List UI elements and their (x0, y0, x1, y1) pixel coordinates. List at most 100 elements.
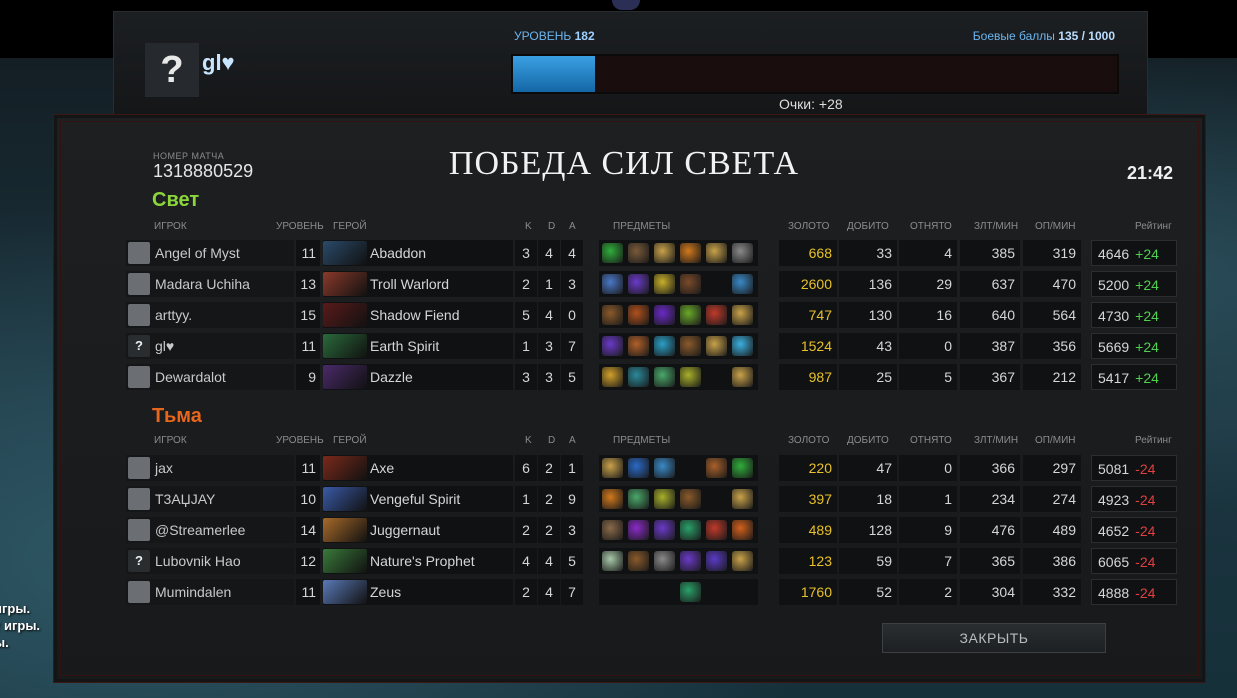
item-icon[interactable] (628, 274, 649, 294)
item-icon[interactable] (602, 305, 623, 325)
item-icon[interactable] (706, 458, 727, 478)
item-icon[interactable] (680, 305, 701, 325)
player-avatar[interactable] (128, 488, 150, 510)
player-avatar[interactable]: ? (128, 335, 150, 357)
player-cell[interactable]: Dewardalot (126, 364, 294, 390)
hero-cell[interactable]: Shadow Fiend (323, 302, 513, 328)
item-icon[interactable] (628, 458, 649, 478)
player-cell[interactable]: Mumindalen (126, 579, 294, 605)
hero-portrait-icon[interactable] (323, 365, 367, 389)
player-avatar[interactable] (128, 273, 150, 295)
item-icon[interactable] (602, 458, 623, 478)
player-cell[interactable]: jax (126, 455, 294, 481)
item-icon[interactable] (732, 489, 753, 509)
hero-portrait-icon[interactable] (323, 518, 367, 542)
item-icon[interactable] (628, 551, 649, 571)
item-icon[interactable] (602, 520, 623, 540)
hero-cell[interactable]: Nature's Prophet (323, 548, 513, 574)
player-cell[interactable]: Angel of Myst (126, 240, 294, 266)
item-icon[interactable] (706, 520, 727, 540)
item-icon[interactable] (654, 458, 675, 478)
rating-value: 5417 (1098, 370, 1130, 386)
item-icon[interactable] (654, 243, 675, 263)
item-icon[interactable] (680, 367, 701, 387)
item-icon[interactable] (732, 458, 753, 478)
player-cell[interactable]: Madara Uchiha (126, 271, 294, 297)
player-name: gl♥ (202, 50, 235, 75)
hero-portrait-icon[interactable] (323, 272, 367, 296)
player-avatar[interactable] (128, 457, 150, 479)
item-icon[interactable] (628, 336, 649, 356)
player-avatar[interactable]: ? (145, 43, 199, 97)
hero-portrait-icon[interactable] (323, 456, 367, 480)
player-avatar[interactable]: ? (128, 550, 150, 572)
hero-portrait-icon[interactable] (323, 303, 367, 327)
item-icon[interactable] (732, 520, 753, 540)
item-icon[interactable] (680, 489, 701, 509)
item-icon[interactable] (732, 336, 753, 356)
player-name: Mumindalen (155, 584, 232, 600)
item-icon[interactable] (680, 520, 701, 540)
item-icon[interactable] (732, 305, 753, 325)
player-avatar[interactable] (128, 366, 150, 388)
item-icon[interactable] (654, 520, 675, 540)
player-cell[interactable]: T3AЏJAY (126, 486, 294, 512)
item-icon[interactable] (732, 243, 753, 263)
hero-portrait-icon[interactable] (323, 487, 367, 511)
player-cell[interactable]: arttyy. (126, 302, 294, 328)
player-name: @Streamerlee (155, 522, 246, 538)
item-icon[interactable] (706, 336, 727, 356)
item-icon[interactable] (680, 336, 701, 356)
item-icon[interactable] (602, 551, 623, 571)
hero-portrait-icon[interactable] (323, 549, 367, 573)
hero-cell[interactable]: Abaddon (323, 240, 513, 266)
item-icon[interactable] (602, 367, 623, 387)
item-icon[interactable] (628, 520, 649, 540)
item-icon[interactable] (602, 489, 623, 509)
item-icon[interactable] (602, 243, 623, 263)
item-icon[interactable] (628, 243, 649, 263)
item-icon[interactable] (628, 305, 649, 325)
item-icon[interactable] (680, 551, 701, 571)
item-icon[interactable] (654, 551, 675, 571)
hero-cell[interactable]: Zeus (323, 579, 513, 605)
player-cell[interactable]: ? Lubovnik Hao (126, 548, 294, 574)
player-row: @Streamerlee 14 Juggernaut 2 2 3 489 128 9 476 489… (126, 517, 1182, 543)
item-icon[interactable] (654, 274, 675, 294)
rating-change: +24 (1135, 277, 1159, 293)
item-icon[interactable] (732, 367, 753, 387)
hero-cell[interactable]: Juggernaut (323, 517, 513, 543)
hero-portrait-icon[interactable] (323, 580, 367, 604)
player-avatar[interactable] (128, 242, 150, 264)
player-cell[interactable]: ? gl♥ (126, 333, 294, 359)
item-icon[interactable] (680, 582, 701, 602)
hero-cell[interactable]: Troll Warlord (323, 271, 513, 297)
hero-cell[interactable]: Vengeful Spirit (323, 486, 513, 512)
hero-portrait-icon[interactable] (323, 241, 367, 265)
item-icon[interactable] (628, 367, 649, 387)
item-icon[interactable] (706, 243, 727, 263)
player-avatar[interactable] (128, 304, 150, 326)
player-avatar[interactable] (128, 581, 150, 603)
hero-portrait-icon[interactable] (323, 334, 367, 358)
hero-cell[interactable]: Earth Spirit (323, 333, 513, 359)
item-icon[interactable] (602, 336, 623, 356)
item-icon[interactable] (680, 274, 701, 294)
item-icon[interactable] (654, 367, 675, 387)
item-icon[interactable] (732, 551, 753, 571)
item-icon[interactable] (680, 243, 701, 263)
item-icon[interactable] (706, 551, 727, 571)
hero-cell[interactable]: Dazzle (323, 364, 513, 390)
player-cell[interactable]: @Streamerlee (126, 517, 294, 543)
item-icon[interactable] (654, 336, 675, 356)
item-icon[interactable] (706, 305, 727, 325)
close-button[interactable]: ЗАКРЫТЬ (882, 623, 1106, 653)
player-avatar[interactable] (128, 519, 150, 541)
item-icon[interactable] (732, 274, 753, 294)
item-icon[interactable] (654, 305, 675, 325)
item-icon[interactable] (602, 274, 623, 294)
rating-change: +24 (1135, 308, 1159, 324)
hero-cell[interactable]: Axe (323, 455, 513, 481)
item-icon[interactable] (628, 489, 649, 509)
item-icon[interactable] (654, 489, 675, 509)
